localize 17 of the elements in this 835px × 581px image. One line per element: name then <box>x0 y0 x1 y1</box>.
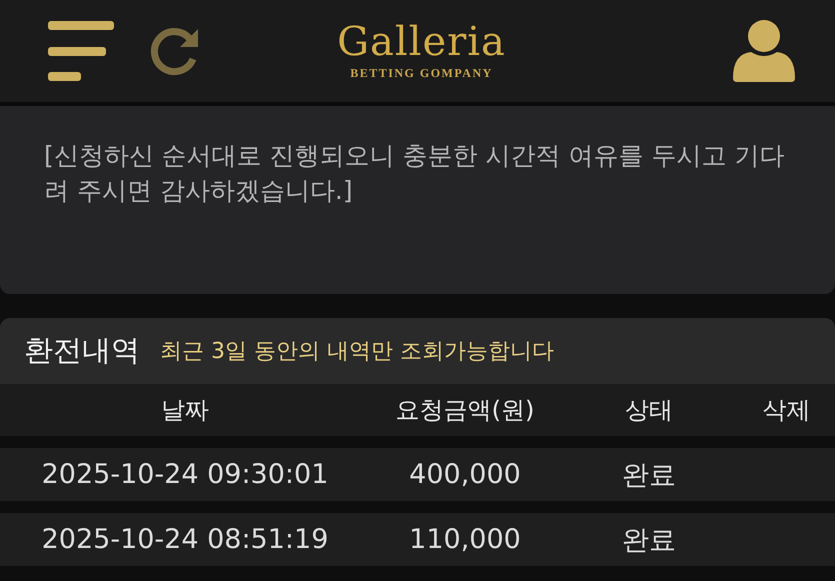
history-title: 환전내역 <box>24 332 140 369</box>
user-icon[interactable] <box>731 18 797 84</box>
column-header: 날짜 <box>160 395 210 426</box>
status-cell-text: 완료 <box>621 458 677 492</box>
column-header: 요청금액(원) <box>394 395 536 426</box>
menu-icon[interactable] <box>48 21 114 81</box>
amount-cell-text: 110,000 <box>408 524 522 555</box>
column-header: 삭제 <box>762 395 812 426</box>
notice-text: [신청하신 순서대로 진행되오니 충분한 시간적 여유를 두시고 기다려 주시면 감사하겠습니다.] <box>44 140 786 207</box>
logo-title: Galleria <box>337 22 506 62</box>
date-cell-text: 2025-10-24 09:30:01 <box>40 459 330 490</box>
history-note: 최근 3일 동안의 내역만 조회가능합니다 <box>160 338 554 366</box>
amount-cell-text: 400,000 <box>408 459 522 490</box>
date-cell-text: 2025-10-24 08:51:19 <box>40 524 330 555</box>
column-header: 상태 <box>624 395 674 426</box>
status-cell-text: 완료 <box>621 524 677 558</box>
logo-subtitle: BETTING GOMPANY <box>350 66 493 80</box>
